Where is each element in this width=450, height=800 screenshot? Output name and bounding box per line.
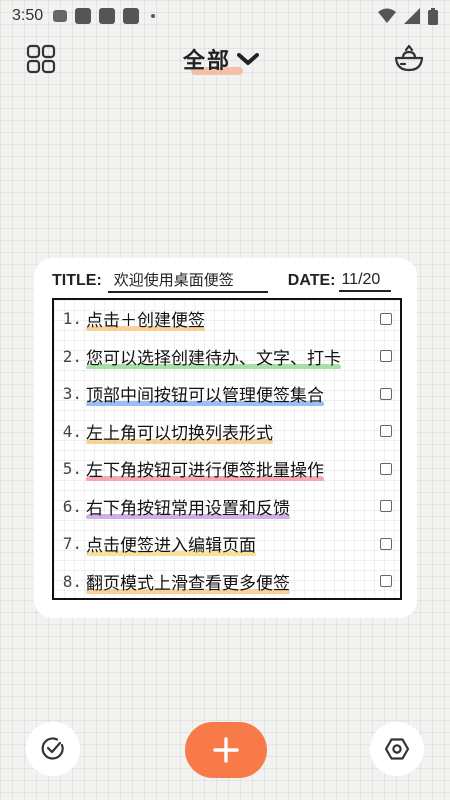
todo-checkbox[interactable] bbox=[380, 312, 392, 325]
page-title: 全部 bbox=[183, 43, 244, 75]
todo-item-text-wrap: 翻页模式上滑查看更多便签 bbox=[86, 569, 370, 594]
todo-item[interactable]: 5. 左下角按钮可进行便签批量操作 bbox=[54, 450, 400, 488]
todo-item-text: 左上角可以切换列表形式 bbox=[86, 419, 273, 444]
collection-selector[interactable]: 全部 bbox=[183, 42, 260, 76]
todo-list: 1. 点击＋创建便签 2. 您可以选择创建待办、文字、打卡 3. 顶部中间按钮可以管理便签… bbox=[52, 298, 402, 600]
todo-item-text: 您可以选择创建待办、文字、打卡 bbox=[86, 344, 341, 369]
todo-checkbox[interactable] bbox=[380, 387, 392, 400]
app-notification-icon bbox=[123, 8, 140, 24]
status-time: 3:50 bbox=[12, 7, 44, 24]
todo-item-number: 7. bbox=[62, 534, 82, 554]
todo-checkbox[interactable] bbox=[380, 500, 392, 513]
top-bar: 全部 bbox=[0, 38, 450, 78]
title-label: TITLE: bbox=[52, 272, 102, 289]
signal-icon bbox=[404, 8, 420, 24]
todo-item[interactable]: 1. 点击＋创建便签 bbox=[54, 300, 400, 338]
todo-item-label: 翻页模式上滑查看更多便签 bbox=[86, 573, 290, 594]
todo-item-number: 8. bbox=[62, 571, 82, 591]
todo-item-label: 点击便签进入编辑页面 bbox=[86, 536, 256, 557]
todo-item[interactable]: 3. 顶部中间按钮可以管理便签集合 bbox=[54, 375, 400, 413]
todo-item-number: 2. bbox=[62, 346, 82, 366]
todo-item-number: 6. bbox=[62, 496, 82, 516]
todo-item-label: 您可以选择创建待办、文字、打卡 bbox=[86, 348, 341, 369]
todo-item-text: 点击＋创建便签 bbox=[86, 306, 205, 332]
todo-checkbox[interactable] bbox=[380, 537, 392, 550]
todo-item-label: 点击＋创建便签 bbox=[86, 311, 205, 332]
todo-item-text: 右下角按钮常用设置和反馈 bbox=[86, 494, 290, 519]
wifi-icon bbox=[378, 8, 396, 23]
todo-item-number: 4. bbox=[62, 421, 82, 441]
status-bar: 3:50 bbox=[0, 0, 450, 32]
todo-item-text: 顶部中间按钮可以管理便签集合 bbox=[86, 381, 324, 407]
todo-item-number: 5. bbox=[62, 459, 82, 479]
more-notifications-icon bbox=[151, 14, 156, 18]
todo-item-text-wrap: 点击便签进入编辑页面 bbox=[86, 531, 370, 557]
todo-checkbox[interactable] bbox=[380, 575, 392, 588]
todo-checkbox[interactable] bbox=[380, 425, 392, 438]
battery-icon bbox=[428, 7, 438, 25]
layout-toggle-button[interactable] bbox=[22, 40, 60, 78]
todo-item-label: 顶部中间按钮可以管理便签集合 bbox=[86, 386, 324, 407]
todo-item-label: 右下角按钮常用设置和反馈 bbox=[86, 498, 290, 519]
todo-item-text-wrap: 点击＋创建便签 bbox=[86, 306, 370, 332]
todo-checkbox[interactable] bbox=[380, 462, 392, 475]
check-circle-icon bbox=[41, 737, 64, 760]
app-notification-icon bbox=[99, 8, 116, 24]
todo-item[interactable]: 4. 左上角可以切换列表形式 bbox=[54, 413, 400, 451]
note-date: 11/20 bbox=[339, 271, 392, 292]
note-card[interactable]: TITLE: 欢迎使用桌面便签 DATE: 11/20 1. 点击＋创建便签 2. 您… bbox=[34, 258, 417, 618]
todo-item-number: 1. bbox=[62, 309, 82, 329]
todo-item[interactable]: 2. 您可以选择创建待办、文字、打卡 bbox=[54, 338, 400, 376]
note-title: 欢迎使用桌面便签 bbox=[107, 269, 268, 293]
todo-item-text-wrap: 顶部中间按钮可以管理便签集合 bbox=[86, 381, 370, 407]
grid-layout-icon bbox=[26, 44, 56, 74]
date-label: DATE: bbox=[287, 272, 336, 289]
bowl-button[interactable] bbox=[390, 40, 428, 78]
todo-item[interactable]: 8. 翻页模式上滑查看更多便签 bbox=[54, 563, 400, 599]
todo-item-number: 3. bbox=[62, 384, 82, 404]
settings-button[interactable] bbox=[370, 722, 424, 776]
image-notification-icon bbox=[53, 10, 68, 22]
todo-item-text-wrap: 左上角可以切换列表形式 bbox=[86, 419, 370, 444]
chevron-down-icon bbox=[237, 53, 260, 65]
todo-item-label: 左下角按钮可进行便签批量操作 bbox=[86, 461, 324, 482]
hexagon-settings-icon bbox=[384, 738, 410, 760]
batch-operation-button[interactable] bbox=[26, 722, 80, 776]
todo-item-text-wrap: 左下角按钮可进行便签批量操作 bbox=[86, 456, 370, 482]
bowl-icon bbox=[394, 44, 424, 72]
todo-checkbox[interactable] bbox=[380, 350, 392, 363]
plus-icon bbox=[213, 737, 239, 763]
app-notification-icon bbox=[75, 8, 92, 24]
todo-item[interactable]: 7. 点击便签进入编辑页面 bbox=[54, 525, 400, 563]
todo-item-text-wrap: 右下角按钮常用设置和反馈 bbox=[86, 494, 370, 519]
todo-item-text-wrap: 您可以选择创建待办、文字、打卡 bbox=[86, 344, 370, 369]
todo-item-text: 左下角按钮可进行便签批量操作 bbox=[86, 456, 324, 482]
todo-item-label: 左上角可以切换列表形式 bbox=[86, 423, 273, 444]
note-header: TITLE: 欢迎使用桌面便签 DATE: 11/20 bbox=[52, 268, 402, 294]
add-note-button[interactable] bbox=[185, 722, 267, 778]
todo-item[interactable]: 6. 右下角按钮常用设置和反馈 bbox=[54, 488, 400, 526]
todo-item-text: 翻页模式上滑查看更多便签 bbox=[86, 569, 290, 594]
todo-item-text: 点击便签进入编辑页面 bbox=[86, 531, 256, 557]
